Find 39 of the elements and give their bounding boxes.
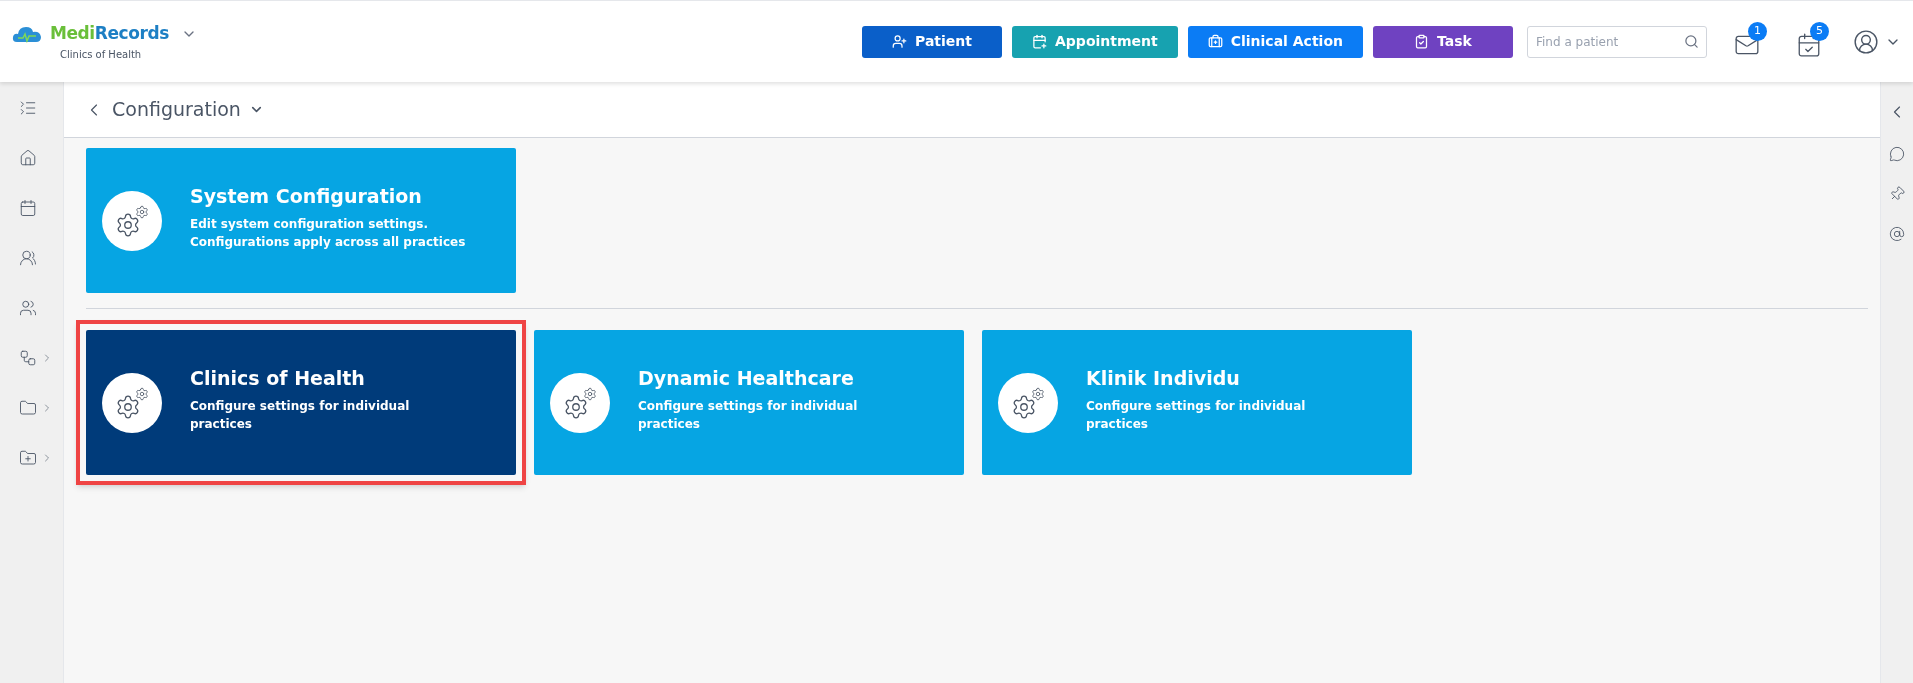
- search-field[interactable]: Find a patient: [1527, 25, 1707, 58]
- count-badge: 1: [1748, 21, 1767, 41]
- calendar-icon: [18, 199, 37, 217]
- brand-logo: MediRecords: [50, 22, 169, 46]
- configuration-card[interactable]: Dynamic Healthcare Configure settings for individual practices: [534, 330, 964, 475]
- user-plus-icon: [892, 34, 907, 49]
- card-title: Dynamic Healthcare: [638, 366, 855, 392]
- expand-menu-icon: [18, 99, 37, 117]
- chat-icon[interactable]: [1889, 146, 1905, 162]
- action-button[interactable]: Task: [1373, 25, 1513, 58]
- clipboard-check-icon: [1414, 34, 1430, 49]
- home-icon: [18, 149, 37, 167]
- search-icon: [1684, 33, 1699, 49]
- people-icon: [18, 249, 37, 267]
- folder-plus-icon: [18, 449, 37, 467]
- configuration-card[interactable]: System Configuration Edit system configuration settings. Configurations apply across all practices: [86, 148, 516, 293]
- card-title: Klinik Individu: [1086, 366, 1241, 392]
- card-description: Configure settings for individual practices: [190, 397, 411, 433]
- practice-name: Clinics of Health: [60, 47, 143, 62]
- page-title[interactable]: Configuration: [112, 95, 241, 124]
- at-sign-icon[interactable]: [1889, 226, 1905, 242]
- action-button[interactable]: Patient: [862, 25, 1002, 58]
- action-button[interactable]: Appointment: [1012, 25, 1178, 58]
- action-button[interactable]: Clinical Action: [1187, 25, 1363, 58]
- configuration-card[interactable]: Klinik Individu Configure settings for individual practices: [982, 330, 1412, 475]
- medical-case-icon: [1207, 34, 1223, 49]
- users-icon: [18, 299, 37, 317]
- configuration-card[interactable]: Clinics of Health Configure settings for individual practices: [86, 330, 516, 475]
- card-description: Configure settings for individual practices: [1086, 397, 1307, 433]
- card-title: System Configuration: [190, 184, 423, 210]
- folder-icon: [18, 399, 37, 417]
- card-title: Clinics of Health: [190, 366, 366, 392]
- card-description: Edit system configuration settings. Configurations apply across all practices: [190, 215, 467, 251]
- count-badge: 5: [1810, 21, 1829, 41]
- cloud-logo-icon: [12, 24, 42, 44]
- nodes-icon: [18, 349, 37, 367]
- calendar-plus-icon: [1032, 34, 1047, 49]
- card-description: Configure settings for individual practices: [638, 397, 859, 433]
- user-avatar-icon[interactable]: [1853, 28, 1879, 55]
